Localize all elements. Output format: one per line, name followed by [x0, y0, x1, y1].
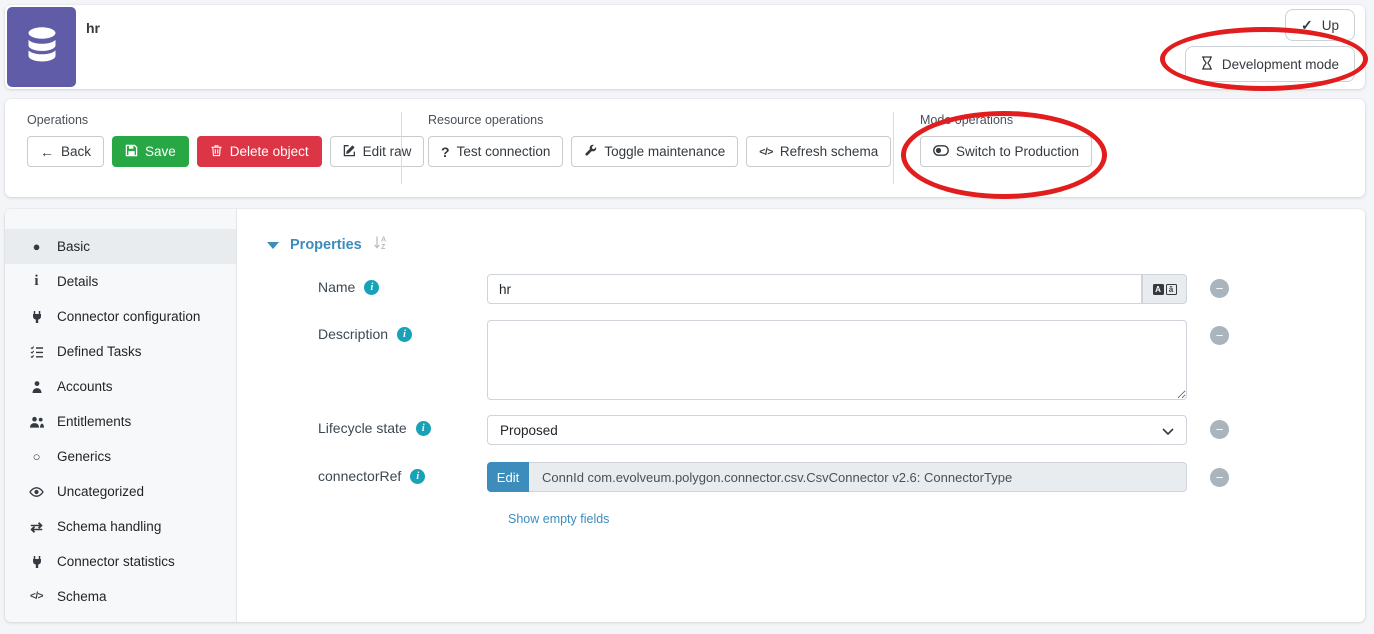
- sort-properties-icon[interactable]: AZ: [373, 235, 388, 255]
- code-icon: </>: [27, 591, 46, 602]
- collapse-caret-icon[interactable]: [267, 242, 279, 249]
- info-icon[interactable]: i: [364, 280, 379, 295]
- sidebar-item-label: Schema handling: [57, 519, 161, 534]
- lifecycle-state-select[interactable]: Proposed: [487, 415, 1187, 445]
- circle-outline-icon: ○: [27, 449, 46, 464]
- back-button[interactable]: ← Back: [27, 136, 104, 167]
- sidebar-item-label: Connector statistics: [57, 554, 175, 569]
- name-field-label: Name i: [318, 279, 379, 295]
- description-field-label: Description i: [318, 326, 412, 342]
- show-empty-fields-link[interactable]: Show empty fields: [508, 512, 609, 526]
- mode-operations-group: Mode operations Switch to Production: [894, 99, 1092, 197]
- mode-operations-group-label: Mode operations: [920, 113, 1092, 127]
- svg-text:Z: Z: [381, 244, 386, 250]
- remove-name-button[interactable]: −: [1210, 279, 1229, 298]
- sidebar-item-label: Details: [57, 274, 98, 289]
- users-icon: [27, 415, 46, 429]
- sidebar-item-basic[interactable]: ● Basic: [5, 229, 236, 264]
- save-button[interactable]: Save: [112, 136, 189, 167]
- details-sidebar: ● Basic i Details Connector configuration Def…: [5, 209, 237, 622]
- resource-operations-group: Resource operations ? Test connection To…: [402, 99, 893, 197]
- eye-icon: [27, 486, 46, 498]
- refresh-schema-button[interactable]: </> Refresh schema: [746, 136, 891, 167]
- lifecycle-field-label: Lifecycle state i: [318, 420, 431, 436]
- page-title: hr: [86, 20, 100, 36]
- sidebar-item-schema[interactable]: </> Schema: [5, 579, 236, 614]
- toggle-maintenance-button[interactable]: Toggle maintenance: [571, 136, 738, 167]
- page-header: hr ✓ Up Development mode: [5, 5, 1365, 89]
- save-floppy-icon: [125, 144, 138, 160]
- test-connection-button[interactable]: ? Test connection: [428, 136, 563, 167]
- status-badge-up: ✓ Up: [1285, 9, 1355, 41]
- properties-section-header: Properties AZ: [267, 235, 388, 255]
- sidebar-item-defined-tasks[interactable]: Defined Tasks: [5, 334, 236, 369]
- database-icon: [24, 25, 60, 70]
- resource-operations-group-label: Resource operations: [428, 113, 893, 127]
- remove-connectorref-button[interactable]: −: [1210, 468, 1229, 487]
- language-polystring-button[interactable]: A ā: [1142, 274, 1187, 304]
- switch-to-production-button[interactable]: Switch to Production: [920, 136, 1092, 167]
- sidebar-item-accounts[interactable]: Accounts: [5, 369, 236, 404]
- resource-details-panel: ● Basic i Details Connector configuration Def…: [5, 209, 1365, 622]
- sidebar-item-label: Uncategorized: [57, 484, 144, 499]
- connectorref-field-label: connectorRef i: [318, 468, 425, 484]
- sidebar-item-entitlements[interactable]: Entitlements: [5, 404, 236, 439]
- question-icon: ?: [441, 145, 450, 159]
- circle-filled-icon: ●: [27, 239, 46, 254]
- sidebar-item-connector-configuration[interactable]: Connector configuration: [5, 299, 236, 334]
- basic-panel: Properties AZ Name i A ā − Description i: [237, 209, 1365, 622]
- connectorref-edit-button[interactable]: Edit: [487, 462, 529, 492]
- info-icon: i: [27, 273, 46, 290]
- exchange-icon: ⇄: [27, 518, 46, 536]
- chevron-down-icon: [1162, 423, 1174, 438]
- code-icon: </>: [759, 146, 773, 158]
- resource-details-page: hr ✓ Up Development mode Operations ←: [0, 0, 1374, 634]
- remove-lifecycle-button[interactable]: −: [1210, 420, 1229, 439]
- sidebar-item-connector-statistics[interactable]: Connector statistics: [5, 544, 236, 579]
- info-icon[interactable]: i: [416, 421, 431, 436]
- sidebar-item-label: Connector configuration: [57, 309, 200, 324]
- toggle-icon: [933, 144, 949, 159]
- plug-icon: [27, 555, 46, 569]
- sidebar-item-label: Defined Tasks: [57, 344, 142, 359]
- sidebar-item-label: Entitlements: [57, 414, 131, 429]
- name-input[interactable]: [487, 274, 1142, 304]
- operations-group: Operations ← Back Save Delete object: [5, 99, 401, 197]
- language-icon: A: [1153, 284, 1164, 295]
- edit-pencil-icon: [343, 144, 356, 160]
- delete-object-button[interactable]: Delete object: [197, 136, 322, 167]
- description-textarea[interactable]: [487, 320, 1187, 400]
- hourglass-icon: [1201, 56, 1213, 73]
- connectorref-value: ConnId com.evolveum.polygon.connector.cs…: [529, 462, 1187, 492]
- info-icon[interactable]: i: [397, 327, 412, 342]
- operations-toolbar: Operations ← Back Save Delete object: [5, 99, 1365, 197]
- connectorref-field: Edit ConnId com.evolveum.polygon.connect…: [487, 462, 1187, 492]
- sidebar-item-label: Schema: [57, 589, 107, 604]
- sidebar-item-label: Basic: [57, 239, 90, 254]
- sidebar-item-schema-handling[interactable]: ⇄ Schema handling: [5, 509, 236, 544]
- lifecycle-selected-value: Proposed: [500, 423, 558, 438]
- plug-icon: [27, 310, 46, 324]
- trash-icon: [210, 144, 223, 160]
- info-icon[interactable]: i: [410, 469, 425, 484]
- resource-tile: [7, 7, 76, 87]
- operations-group-label: Operations: [27, 113, 401, 127]
- wrench-icon: [584, 144, 597, 160]
- svg-text:A: A: [381, 237, 386, 244]
- tasks-icon: [27, 345, 46, 359]
- sidebar-item-label: Accounts: [57, 379, 113, 394]
- arrow-left-icon: ←: [40, 145, 54, 159]
- user-icon: [27, 380, 46, 394]
- properties-section-title: Properties: [290, 237, 362, 253]
- sidebar-item-details[interactable]: i Details: [5, 264, 236, 299]
- sidebar-item-uncategorized[interactable]: Uncategorized: [5, 474, 236, 509]
- sidebar-item-generics[interactable]: ○ Generics: [5, 439, 236, 474]
- status-badges: ✓ Up Development mode: [1185, 9, 1355, 82]
- status-badge-development-mode: Development mode: [1185, 46, 1355, 82]
- remove-description-button[interactable]: −: [1210, 326, 1229, 345]
- development-mode-label: Development mode: [1222, 57, 1339, 72]
- sidebar-item-label: Generics: [57, 449, 111, 464]
- check-icon: ✓: [1301, 17, 1313, 34]
- status-up-label: Up: [1322, 18, 1339, 33]
